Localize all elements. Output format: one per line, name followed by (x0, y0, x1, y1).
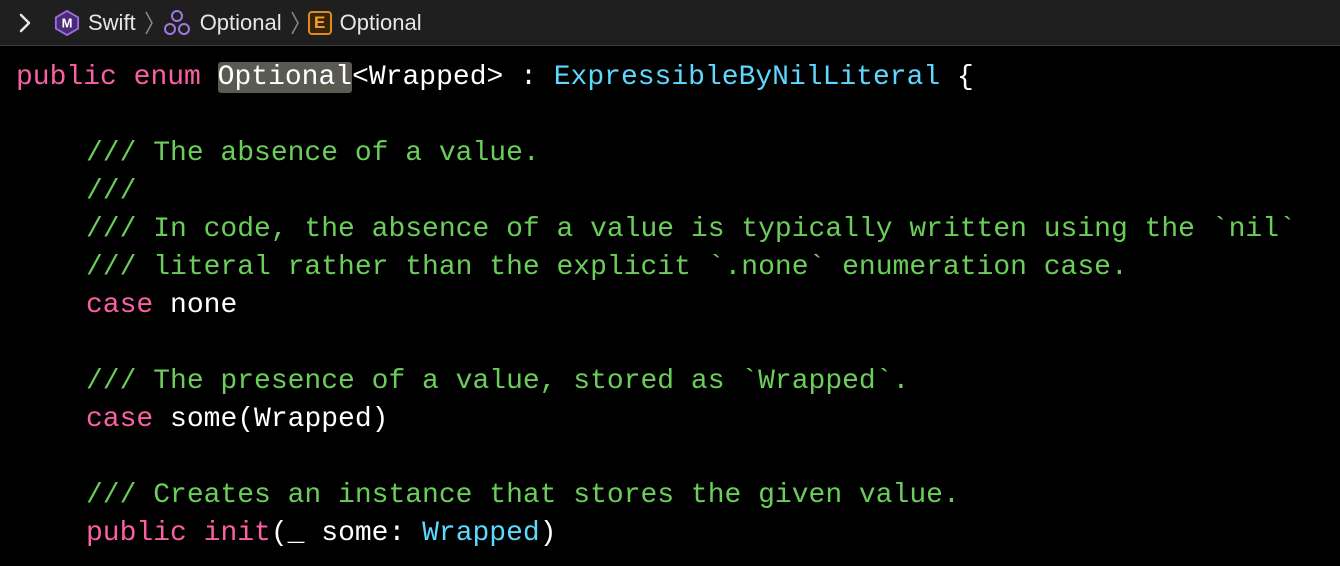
namespace-icon (162, 8, 192, 38)
separator-icon (144, 10, 154, 36)
keyword-enum: enum (133, 62, 201, 93)
chevron-right-icon[interactable] (0, 0, 50, 46)
open-brace: { (940, 62, 974, 93)
breadcrumb: M Swift Optional E Optional (0, 0, 1340, 46)
doc-comment: /// literal rather than the explicit `.n… (86, 252, 1128, 283)
keyword-public: public (16, 62, 117, 93)
doc-comment: /// Creates an instance that stores the … (86, 480, 960, 511)
breadcrumb-item-swift[interactable]: M Swift (54, 9, 136, 36)
separator-icon (290, 10, 300, 36)
code-line-init: public init(_ some: Wrapped) (86, 515, 557, 553)
init-params: (_ some: (270, 518, 423, 549)
keyword-case: case (86, 404, 154, 435)
doc-comment: /// In code, the absence of a value is t… (86, 214, 1296, 245)
code-line-case-none: case none (86, 287, 237, 325)
case-name-none: none (170, 290, 238, 321)
doc-comment: /// (86, 176, 137, 207)
keyword-init: init (203, 518, 271, 549)
keyword-public: public (86, 518, 187, 549)
keyword-case: case (86, 290, 154, 321)
breadcrumb-item-optional-namespace[interactable]: Optional (162, 8, 282, 38)
doc-comment: /// The presence of a value, stored as `… (86, 366, 910, 397)
breadcrumb-label: Optional (339, 9, 422, 35)
breadcrumb-label: Swift (88, 9, 136, 35)
case-name-some: some(Wrapped) (170, 404, 389, 435)
close-paren: ) (539, 518, 557, 549)
breadcrumb-label: Optional (199, 9, 282, 35)
module-badge-letter: M (62, 15, 73, 30)
enum-icon: E (307, 10, 332, 35)
generic-clause: <Wrapped> : (352, 62, 554, 93)
code-line-case-some: case some(Wrapped) (86, 401, 388, 439)
code-editor[interactable]: public enum Optional<Wrapped> : Expressi… (0, 47, 1340, 566)
module-icon: M (54, 9, 80, 36)
protocol-expressible-by-nil-literal[interactable]: ExpressibleByNilLiteral (554, 62, 940, 93)
type-wrapped[interactable]: Wrapped (422, 518, 540, 549)
doc-comment: /// The absence of a value. (86, 138, 540, 169)
breadcrumb-item-optional-enum[interactable]: E Optional (307, 9, 422, 36)
code-line-enum-declaration: public enum Optional<Wrapped> : Expressi… (16, 59, 974, 97)
highlighted-symbol-optional[interactable]: Optional (217, 62, 353, 93)
